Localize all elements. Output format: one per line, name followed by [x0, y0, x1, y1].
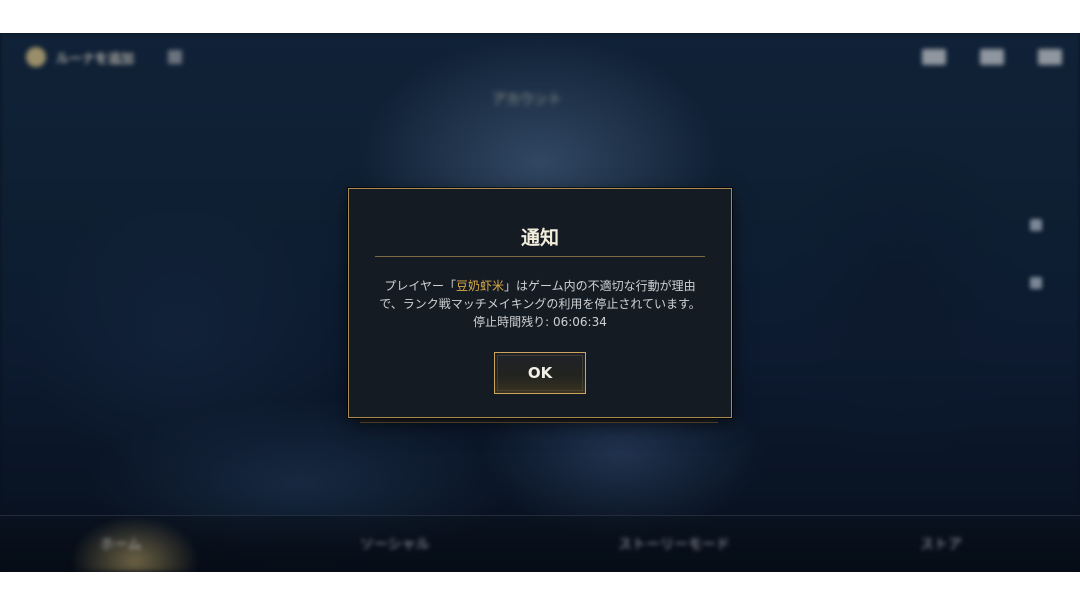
mail-icon[interactable] [922, 49, 946, 65]
background-heading: アカウント [492, 92, 562, 108]
game-screen: ルーナを追加 アカウント ホーム ソーシャル ストーリーモード ストア 通知 プ… [0, 33, 1080, 572]
player-name: 豆奶虾米 [455, 279, 504, 293]
dialog-message: プレイヤー「豆奶虾米」はゲーム内の不適切な行動が理由 で、ランク戦マッチメイキン… [369, 277, 711, 331]
nav-tab-store[interactable]: ストア [920, 534, 962, 554]
side-button-2[interactable] [1030, 277, 1042, 289]
title-divider [375, 256, 705, 257]
chat-icon[interactable] [980, 49, 1004, 65]
remaining-time-label: 停止時間残り: [473, 315, 553, 329]
nav-tab-story[interactable]: ストーリーモード [618, 534, 730, 554]
top-right-icons [922, 49, 1062, 65]
message-suffix: 」はゲーム内の不適切な行動が理由 [504, 279, 696, 293]
message-line-3: 停止時間残り: 06:06:34 [369, 313, 711, 331]
remaining-time: 06:06:34 [552, 315, 607, 329]
dialog-title: 通知 [520, 227, 559, 249]
notification-dialog: 通知 プレイヤー「豆奶虾米」はゲーム内の不適切な行動が理由 で、ランク戦マッチメ… [348, 188, 732, 418]
currency-label: ルーナを追加 [56, 51, 135, 67]
currency-area[interactable]: ルーナを追加 [26, 47, 183, 67]
store-icon[interactable] [168, 50, 183, 64]
side-button-1[interactable] [1030, 219, 1042, 231]
settings-icon[interactable] [1038, 49, 1062, 65]
ok-button-label: OK [527, 364, 553, 382]
nav-tab-home[interactable]: ホーム [100, 534, 142, 554]
coin-icon [26, 47, 46, 67]
bottom-navigation: ホーム ソーシャル ストーリーモード ストア [0, 515, 1080, 572]
message-line-1: プレイヤー「豆奶虾米」はゲーム内の不適切な行動が理由 [369, 277, 711, 295]
nav-tab-social[interactable]: ソーシャル [360, 534, 430, 554]
message-line-2: で、ランク戦マッチメイキングの利用を停止されています。 [379, 297, 701, 311]
ok-button[interactable]: OK [494, 352, 586, 394]
message-prefix: プレイヤー「 [384, 279, 456, 293]
